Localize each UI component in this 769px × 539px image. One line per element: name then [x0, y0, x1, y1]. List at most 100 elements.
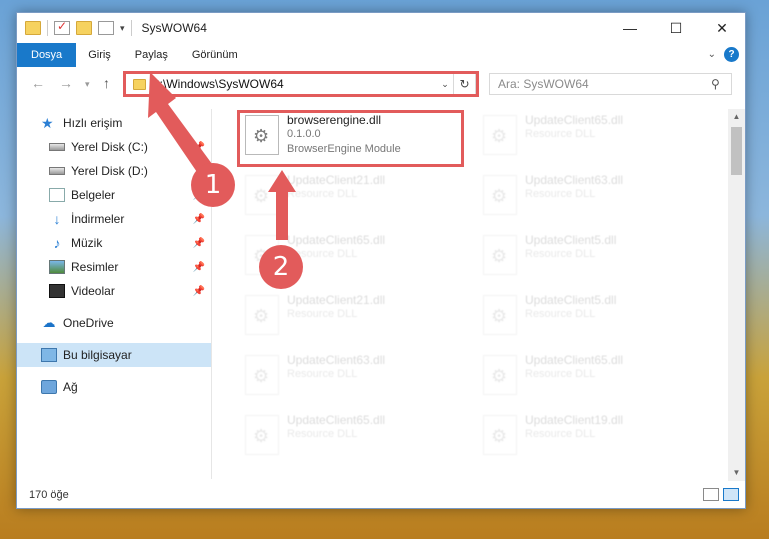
file-tile[interactable]: UpdateClient63.dllResource DLL: [239, 351, 465, 401]
highlight-box-address: [123, 71, 479, 97]
file-name: UpdateClient5.dll: [525, 293, 617, 307]
file-description: Resource DLL: [525, 188, 596, 200]
file-tile[interactable]: UpdateClient5.dllResource DLL: [477, 291, 703, 341]
file-name: UpdateClient65.dll: [525, 353, 624, 367]
folder-icon: [25, 21, 41, 35]
file-description: Resource DLL: [525, 128, 596, 140]
file-description: Resource DLL: [525, 368, 596, 380]
window-controls: — ☐ ✕: [607, 13, 745, 43]
nav-item-label: Bu bilgisayar: [63, 348, 132, 362]
dll-file-icon: [245, 295, 279, 335]
nav-item-label: Müzik: [71, 236, 103, 250]
nav-item-documents[interactable]: Belgeler 📌: [17, 183, 211, 207]
nav-item-label: Yerel Disk (D:): [71, 164, 148, 178]
pin-icon[interactable]: 📌: [193, 142, 205, 153]
dll-file-icon: [483, 295, 517, 335]
new-folder-icon[interactable]: [76, 21, 92, 35]
step-marker-2: 2: [259, 245, 303, 289]
search-icon[interactable]: ⚲: [711, 77, 731, 91]
nav-item-label: Hızlı erişim: [63, 116, 123, 130]
nav-item-music[interactable]: ♪ Müzik 📌: [17, 231, 211, 255]
tiles-view-icon[interactable]: [723, 488, 739, 501]
scroll-thumb[interactable]: [731, 127, 742, 175]
close-button[interactable]: ✕: [699, 13, 745, 43]
disk-icon: [49, 143, 65, 151]
nav-item-pictures[interactable]: Resimler 📌: [17, 255, 211, 279]
file-tile[interactable]: UpdateClient63.dllResource DLL: [477, 171, 703, 221]
details-view-icon[interactable]: [703, 488, 719, 501]
expand-ribbon-icon[interactable]: ⌄: [708, 49, 716, 60]
dll-file-icon: [245, 175, 279, 215]
nav-item-label: Belgeler: [71, 188, 116, 202]
pin-icon[interactable]: 📌: [193, 286, 205, 297]
search-placeholder: Ara: SysWOW64: [498, 77, 589, 91]
disk-icon: [49, 167, 65, 175]
pin-icon[interactable]: 📌: [193, 262, 205, 273]
file-description: Resource DLL: [525, 248, 596, 260]
pin-icon[interactable]: 📌: [193, 238, 205, 249]
file-description: Resource DLL: [525, 428, 596, 440]
help-icon[interactable]: ?: [724, 47, 739, 62]
file-description: Resource DLL: [525, 308, 596, 320]
nav-item-disk-c[interactable]: Yerel Disk (C:) 📌: [17, 135, 211, 159]
tab-home[interactable]: Giriş: [76, 43, 123, 67]
nav-item-onedrive[interactable]: ☁ OneDrive: [17, 311, 211, 335]
nav-item-network[interactable]: Ağ: [17, 375, 211, 399]
nav-item-videos[interactable]: Videolar 📌: [17, 279, 211, 303]
nav-item-disk-d[interactable]: Yerel Disk (D:): [17, 159, 211, 183]
file-name: UpdateClient21.dll: [287, 173, 386, 187]
pin-icon[interactable]: 📌: [193, 214, 205, 225]
file-name: UpdateClient21.dll: [287, 293, 386, 307]
maximize-button[interactable]: ☐: [653, 13, 699, 43]
file-name: UpdateClient65.dll: [287, 413, 386, 427]
scroll-up-icon[interactable]: ▲: [728, 109, 745, 125]
file-tile[interactable]: UpdateClient65.dllResource DLL: [477, 111, 703, 161]
nav-item-label: OneDrive: [63, 316, 114, 330]
view-switcher: [703, 488, 739, 501]
download-icon: ↓: [53, 211, 61, 227]
file-tile[interactable]: UpdateClient5.dllResource DLL: [477, 231, 703, 281]
dll-file-icon: [483, 115, 517, 155]
vertical-scrollbar[interactable]: ▲ ▼: [728, 109, 745, 481]
quick-access-toolbar: ▾: [17, 19, 132, 36]
file-description: Resource DLL: [287, 428, 358, 440]
nav-item-this-pc[interactable]: Bu bilgisayar: [17, 343, 211, 367]
search-input[interactable]: Ara: SysWOW64 ⚲: [489, 73, 732, 95]
nav-item-label: Videolar: [71, 284, 115, 298]
nav-item-quick-access[interactable]: ★ Hızlı erişim: [17, 111, 211, 135]
address-row: ← → ▾ ↑ C:\Windows\SysWOW64 ⌄ ↻ Ara: Sys…: [17, 71, 745, 99]
scroll-down-icon[interactable]: ▼: [728, 465, 745, 481]
file-name: UpdateClient63.dll: [287, 353, 386, 367]
up-arrow-icon[interactable]: ↑: [103, 75, 110, 91]
dll-file-icon: [483, 355, 517, 395]
dll-file-icon: [483, 175, 517, 215]
file-tile[interactable]: UpdateClient21.dllResource DLL: [239, 291, 465, 341]
customize-icon[interactable]: [98, 21, 114, 35]
dll-file-icon: [483, 415, 517, 455]
nav-item-downloads[interactable]: ↓ İndirmeler 📌: [17, 207, 211, 231]
dll-file-icon: [245, 415, 279, 455]
tab-view[interactable]: Görünüm: [180, 43, 250, 67]
file-tile[interactable]: UpdateClient65.dllResource DLL: [477, 351, 703, 401]
back-arrow-icon[interactable]: ←: [31, 75, 45, 91]
nav-item-label: İndirmeler: [71, 212, 125, 226]
file-description: Resource DLL: [287, 368, 358, 380]
properties-check-icon[interactable]: [54, 19, 70, 35]
nav-item-label: Resimler: [71, 260, 119, 274]
divider: [47, 20, 48, 36]
file-tile[interactable]: UpdateClient21.dllResource DLL: [239, 171, 465, 221]
file-name: UpdateClient63.dll: [525, 173, 624, 187]
forward-arrow-icon[interactable]: →: [59, 75, 73, 91]
file-tile[interactable]: UpdateClient19.dllResource DLL: [477, 411, 703, 461]
nav-item-label: Ağ: [63, 380, 78, 394]
network-icon: [41, 380, 57, 394]
minimize-button[interactable]: —: [607, 13, 653, 43]
tab-share[interactable]: Paylaş: [123, 43, 180, 67]
navigation-pane: ★ Hızlı erişim Yerel Disk (C:) 📌 Yerel D…: [17, 109, 211, 479]
star-icon: ★: [41, 115, 54, 131]
file-tile[interactable]: UpdateClient65.dllResource DLL: [239, 411, 465, 461]
chevron-down-icon[interactable]: ▾: [120, 23, 125, 34]
tab-file[interactable]: Dosya: [17, 43, 77, 67]
file-name: UpdateClient19.dll: [525, 413, 624, 427]
recent-locations-icon[interactable]: ▾: [85, 79, 90, 90]
